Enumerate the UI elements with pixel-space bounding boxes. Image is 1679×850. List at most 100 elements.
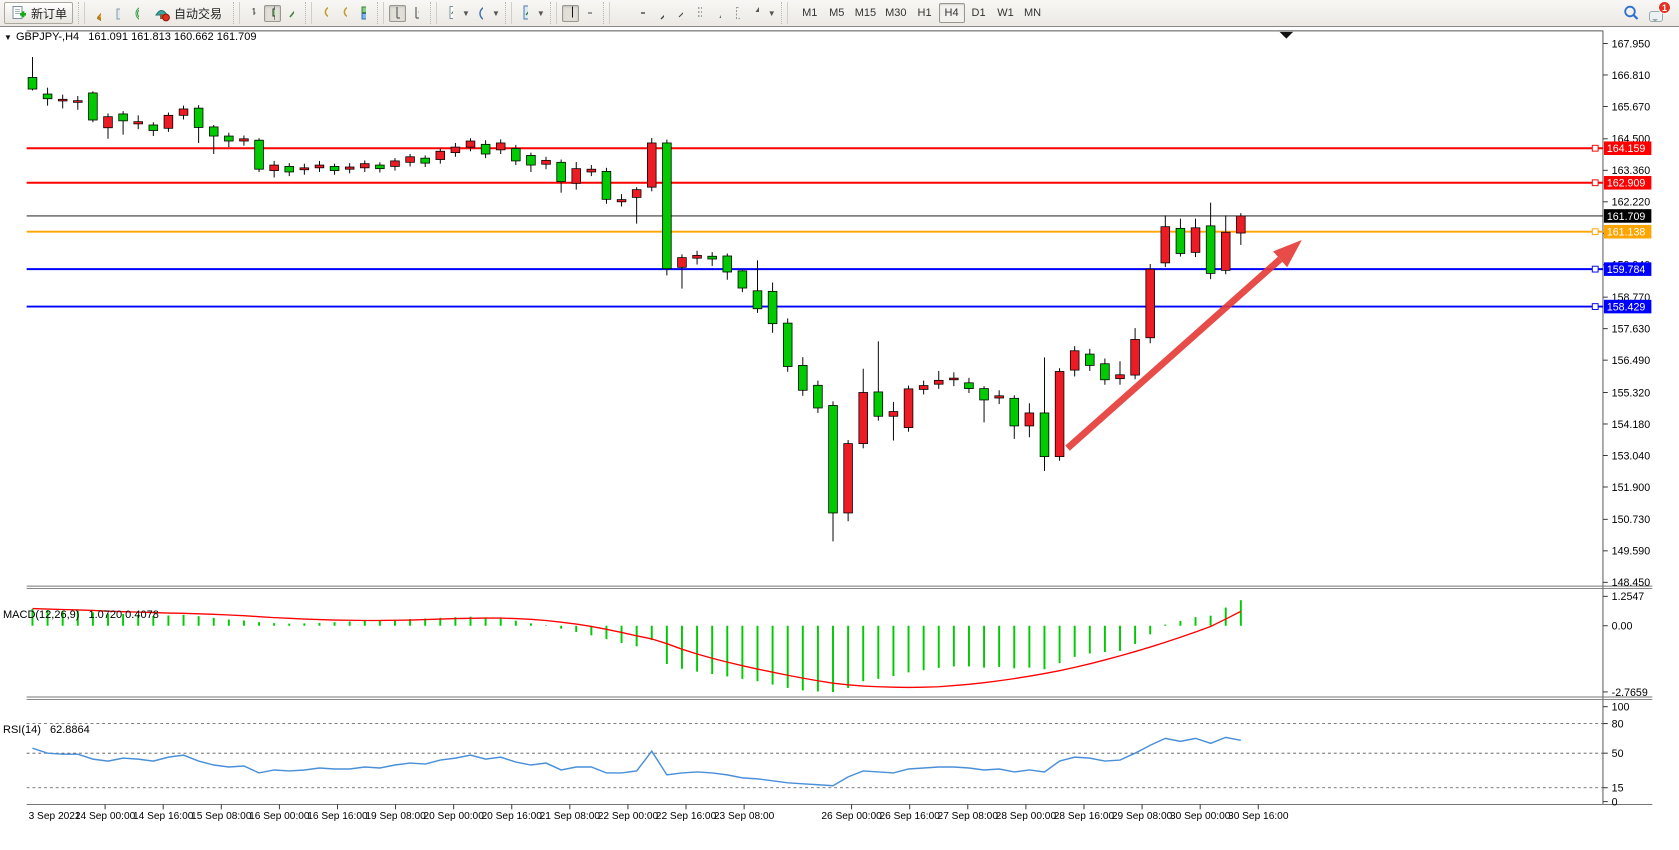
price-line-anchor[interactable] bbox=[1592, 266, 1598, 272]
candle bbox=[315, 165, 324, 168]
toolbar-right: 1 bbox=[1622, 4, 1675, 22]
timeframe-button-d1[interactable]: D1 bbox=[966, 3, 992, 23]
template-dropdown-caret[interactable]: ▼ bbox=[537, 9, 545, 18]
time-label[interactable]: 28 Sep 00:00 bbox=[996, 811, 1057, 822]
time-label[interactable]: 26 Sep 00:00 bbox=[821, 811, 882, 822]
rsi-tick-label: 100 bbox=[1612, 702, 1630, 714]
candle bbox=[1025, 413, 1034, 426]
price-tick-label: 163.360 bbox=[1612, 165, 1651, 177]
expert-advisor-icon[interactable] bbox=[109, 5, 126, 22]
periods-icon[interactable] bbox=[472, 5, 489, 22]
trendline-icon[interactable] bbox=[653, 5, 670, 22]
tile-windows-icon[interactable] bbox=[355, 5, 372, 22]
candle bbox=[1161, 227, 1170, 263]
candle bbox=[1055, 371, 1064, 456]
candle bbox=[904, 389, 913, 428]
text-icon[interactable]: A bbox=[710, 5, 727, 22]
time-label[interactable]: 16 Sep 00:00 bbox=[249, 811, 310, 822]
cursor-icon[interactable] bbox=[562, 5, 579, 22]
timeframe-button-mn[interactable]: MN bbox=[1020, 3, 1046, 23]
timeframe-button-w1[interactable]: W1 bbox=[993, 3, 1019, 23]
time-label[interactable]: 20 Sep 16:00 bbox=[482, 811, 543, 822]
notifications-icon[interactable]: 1 bbox=[1649, 4, 1669, 22]
price-line-anchor[interactable] bbox=[1592, 229, 1598, 235]
candle bbox=[391, 161, 400, 167]
new-order-button[interactable]: 新订单 bbox=[4, 2, 73, 24]
toolbar-separator bbox=[78, 2, 85, 24]
candle bbox=[632, 190, 641, 198]
timeframe-button-m15[interactable]: M15 bbox=[851, 3, 880, 23]
candle bbox=[1206, 226, 1215, 274]
bar-chart-icon[interactable] bbox=[245, 5, 262, 22]
timeframe-button-m5[interactable]: M5 bbox=[824, 3, 850, 23]
fibonacci-icon[interactable]: F bbox=[691, 5, 708, 22]
candle bbox=[617, 200, 626, 202]
candle bbox=[28, 77, 37, 89]
rsi-tick-label: 0 bbox=[1612, 796, 1618, 808]
time-label[interactable]: 15 Sep 08:00 bbox=[191, 811, 252, 822]
candle bbox=[723, 256, 732, 272]
candle bbox=[451, 147, 460, 153]
auto-scroll-icon[interactable] bbox=[389, 5, 406, 22]
time-label[interactable]: 20 Sep 00:00 bbox=[423, 811, 484, 822]
candle bbox=[481, 144, 490, 154]
chart-shift-icon[interactable] bbox=[408, 5, 425, 22]
time-label[interactable]: 23 Sep 08:00 bbox=[714, 811, 775, 822]
time-label[interactable]: 26 Sep 16:00 bbox=[879, 811, 940, 822]
trend-arrow-line[interactable] bbox=[1068, 259, 1281, 448]
price-line-anchor[interactable] bbox=[1592, 145, 1598, 151]
signal-icon[interactable] bbox=[128, 5, 145, 22]
time-label[interactable]: 3 Sep 2022 bbox=[29, 811, 81, 822]
symbol-dropdown-icon[interactable]: ▼ bbox=[4, 33, 12, 42]
line-chart-icon[interactable] bbox=[283, 5, 300, 22]
price-tick-label: 162.220 bbox=[1612, 197, 1651, 209]
crosshair-icon[interactable] bbox=[581, 5, 598, 22]
timeframe-button-m1[interactable]: M1 bbox=[797, 3, 823, 23]
chart-canvas[interactable]: ▼ GBPJPY-,H4 161.091 161.813 160.662 161… bbox=[0, 27, 1679, 850]
time-label[interactable]: 22 Sep 00:00 bbox=[598, 811, 659, 822]
timeframe-button-h4[interactable]: H4 bbox=[939, 3, 965, 23]
price-line-anchor[interactable] bbox=[1592, 304, 1598, 310]
candle bbox=[587, 169, 596, 172]
indicators-dropdown-caret[interactable]: ▼ bbox=[462, 9, 470, 18]
chart-svg[interactable]: 167.950166.810165.670164.500163.360162.2… bbox=[0, 27, 1679, 850]
timeframe-button-h1[interactable]: H1 bbox=[912, 3, 938, 23]
channel-icon[interactable]: E bbox=[672, 5, 689, 22]
horizontal-line-icon[interactable] bbox=[634, 5, 651, 22]
text-label-icon[interactable]: T bbox=[729, 5, 746, 22]
candle bbox=[678, 258, 687, 268]
price-line-anchor[interactable] bbox=[1592, 180, 1598, 186]
time-label[interactable]: 27 Sep 08:00 bbox=[938, 811, 999, 822]
auto-trading-button[interactable]: 自动交易 bbox=[147, 2, 228, 24]
time-label[interactable]: 30 Sep 00:00 bbox=[1170, 811, 1231, 822]
candle bbox=[708, 256, 717, 259]
arrows-dropdown-caret[interactable]: ▼ bbox=[768, 9, 776, 18]
candle bbox=[496, 143, 505, 150]
time-label[interactable]: 22 Sep 16:00 bbox=[656, 811, 717, 822]
time-label[interactable]: 29 Sep 08:00 bbox=[1112, 811, 1173, 822]
candle bbox=[179, 109, 188, 115]
ohlc-values: 161.091 161.813 160.662 161.709 bbox=[88, 31, 256, 43]
time-label[interactable]: 16 Sep 16:00 bbox=[307, 811, 368, 822]
price-line-badge-label: 161.709 bbox=[1607, 211, 1646, 223]
time-label[interactable]: 28 Sep 16:00 bbox=[1054, 811, 1115, 822]
time-label[interactable]: 19 Sep 08:00 bbox=[365, 811, 426, 822]
price-line-badge-label: 159.784 bbox=[1607, 264, 1646, 276]
template-icon[interactable] bbox=[517, 5, 534, 22]
arrows-icon[interactable] bbox=[748, 5, 765, 22]
time-label[interactable]: 14 Sep 00:00 bbox=[75, 811, 136, 822]
candlestick-icon[interactable] bbox=[264, 5, 281, 22]
candle bbox=[814, 385, 823, 408]
time-label[interactable]: 21 Sep 08:00 bbox=[540, 811, 601, 822]
search-icon[interactable] bbox=[1622, 5, 1639, 22]
alerts-icon[interactable] bbox=[90, 5, 107, 22]
time-label[interactable]: 30 Sep 16:00 bbox=[1228, 811, 1289, 822]
vertical-line-icon[interactable] bbox=[615, 5, 632, 22]
indicators-icon[interactable] bbox=[442, 5, 459, 22]
candle bbox=[209, 127, 218, 136]
zoom-out-icon[interactable] bbox=[336, 5, 353, 22]
timeframe-button-m30[interactable]: M30 bbox=[881, 3, 910, 23]
periods-dropdown-caret[interactable]: ▼ bbox=[492, 9, 500, 18]
time-label[interactable]: 14 Sep 16:00 bbox=[133, 811, 194, 822]
zoom-in-icon[interactable] bbox=[317, 5, 334, 22]
